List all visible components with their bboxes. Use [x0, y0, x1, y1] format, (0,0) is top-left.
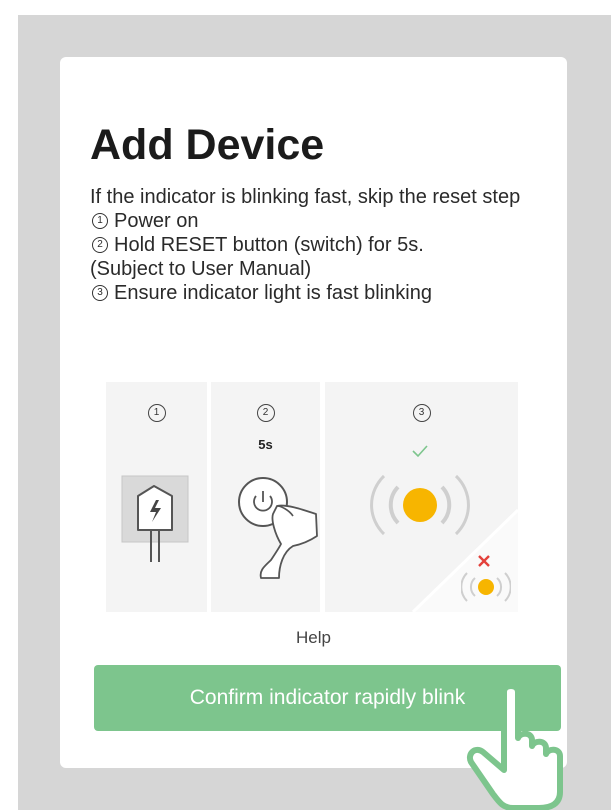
hand-pointer-icon — [467, 683, 563, 810]
panel-number: 2 — [256, 404, 275, 422]
step-text: Ensure indicator light is fast blinking — [114, 282, 432, 304]
intro-text: If the indicator is blinking fast, skip … — [90, 186, 521, 208]
illustration-panel-1: 1 — [106, 382, 207, 612]
instruction-illustration: 1 2 5s 3 — [106, 382, 518, 612]
illustration-panel-2: 2 5s — [211, 382, 320, 612]
instructions: If the indicator is blinking fast, skip … — [90, 185, 550, 305]
illustration-panel-3: 3 — [325, 382, 518, 612]
step-number-icon: 1 — [92, 212, 108, 229]
step-number-icon: 2 — [92, 236, 108, 253]
panel-number: 1 — [147, 404, 166, 422]
x-icon — [478, 555, 490, 567]
step-1: 1 Power on — [90, 209, 550, 233]
add-device-dialog: Add Device If the indicator is blinking … — [60, 57, 567, 768]
step-3: 3 Ensure indicator light is fast blinking — [90, 281, 550, 305]
slow-blinking-light-icon — [461, 572, 511, 602]
step-2-note: (Subject to User Manual) — [90, 258, 312, 280]
step-text: Hold RESET button (switch) for 5s. — [114, 234, 424, 256]
step-text: Power on — [114, 210, 199, 232]
page-title: Add Device — [90, 121, 325, 169]
hold-seconds-label: 5s — [258, 437, 273, 452]
help-link[interactable]: Help — [60, 628, 567, 648]
power-button-press-icon — [238, 477, 318, 579]
step-2: 2 Hold RESET button (switch) for 5s. — [90, 233, 550, 257]
step-number-icon: 3 — [92, 284, 108, 301]
charger-plug-icon — [121, 475, 189, 562]
